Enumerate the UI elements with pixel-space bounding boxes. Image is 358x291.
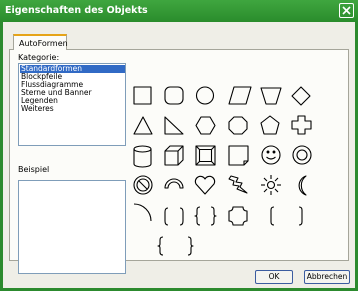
dialog-client-area: Kategorie: Standardformen Blockpfeile Fl…	[3, 22, 355, 288]
right-brace-shape[interactable]	[187, 236, 194, 256]
dialog-window: Eigenschaften des Objekts Kategorie: Sta…	[0, 0, 358, 291]
right-triangle-shape[interactable]	[164, 116, 184, 135]
can-shape[interactable]	[133, 145, 152, 168]
category-item-weiteres[interactable]: Weiteres	[20, 105, 125, 113]
tab-panel: Kategorie: Standardformen Blockpfeile Fl…	[9, 49, 349, 274]
shape-gallery	[133, 86, 312, 256]
folded-corner-shape[interactable]	[228, 145, 249, 166]
cancel-button[interactable]: Abbrechen	[304, 270, 350, 284]
block-arc-shape[interactable]	[164, 178, 184, 189]
cube-shape[interactable]	[164, 145, 184, 166]
sun-shape[interactable]	[261, 175, 281, 195]
pentagon-shape[interactable]	[260, 115, 280, 135]
moon-shape[interactable]	[298, 175, 307, 196]
hexagon-shape[interactable]	[195, 116, 216, 135]
right-bracket-shape[interactable]	[298, 206, 303, 226]
parallelogram-shape[interactable]	[228, 86, 252, 105]
octagon-shape[interactable]	[228, 116, 248, 135]
title-bar[interactable]: Eigenschaften des Objekts	[0, 0, 358, 22]
no-symbol-shape[interactable]	[133, 175, 153, 195]
donut-shape[interactable]	[292, 145, 312, 165]
triangle-shape[interactable]	[133, 116, 153, 135]
window-title: Eigenschaften des Objekts	[5, 5, 148, 16]
smiley-face-shape[interactable]	[261, 145, 281, 165]
preview-box	[18, 180, 126, 274]
arc-shape[interactable]	[133, 203, 152, 222]
lightning-bolt-shape[interactable]	[228, 175, 248, 194]
cross-shape[interactable]	[291, 115, 312, 135]
tab-autoformen-label: AutoFormen	[19, 39, 68, 48]
left-brace-shape[interactable]	[157, 236, 164, 256]
category-list[interactable]: Standardformen Blockpfeile Flussdiagramm…	[18, 63, 126, 146]
ellipse-shape[interactable]	[195, 86, 215, 105]
left-bracket-shape[interactable]	[270, 206, 275, 226]
ok-button[interactable]: OK	[255, 270, 293, 284]
plaque-shape[interactable]	[228, 206, 248, 226]
diamond-shape[interactable]	[291, 86, 311, 106]
rounded-rectangle-shape[interactable]	[164, 86, 184, 105]
tab-autoformen[interactable]: AutoFormen	[13, 34, 68, 50]
double-bracket-shape[interactable]	[164, 207, 184, 226]
preview-label: Beispiel	[18, 165, 50, 174]
bevel-shape[interactable]	[195, 145, 216, 166]
heart-shape[interactable]	[194, 175, 216, 195]
double-brace-shape[interactable]	[194, 206, 217, 226]
category-label: Kategorie:	[18, 53, 60, 62]
close-icon	[342, 6, 351, 15]
close-button[interactable]	[339, 3, 354, 18]
rectangle-shape[interactable]	[133, 86, 152, 105]
trapezoid-shape[interactable]	[260, 87, 282, 105]
